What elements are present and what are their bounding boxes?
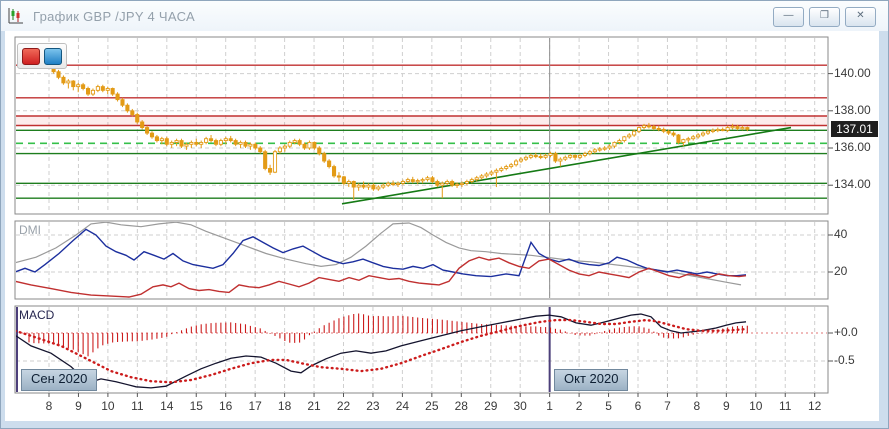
date-axis-tick: 30 [505, 399, 535, 413]
current-price-tag: 137.01 [831, 121, 878, 137]
date-axis-tick: 15 [181, 399, 211, 413]
chart-toolbar [17, 43, 67, 69]
date-axis-tick: 29 [476, 399, 506, 413]
chart-surface[interactable] [1, 1, 889, 429]
date-axis-tick: 2 [564, 399, 594, 413]
dmi-axis-tick: 20 [834, 264, 884, 278]
date-axis-tick: 5 [594, 399, 624, 413]
date-axis-tick: 1 [535, 399, 565, 413]
date-axis-tick: 10 [93, 399, 123, 413]
dmi-axis-tick: 40 [834, 227, 884, 241]
red-series-button[interactable] [22, 48, 40, 65]
date-axis-tick: 25 [417, 399, 447, 413]
date-axis-tick: 11 [122, 399, 152, 413]
chart-window: График GBP /JPY 4 ЧАСА — ❐ ✕ DMI MACD Се… [0, 0, 889, 429]
date-axis-tick: 23 [358, 399, 388, 413]
price-axis-tick: 140.00 [834, 66, 884, 80]
date-axis-tick: 8 [682, 399, 712, 413]
date-axis-tick: 24 [387, 399, 417, 413]
date-axis-tick: 9 [63, 399, 93, 413]
date-axis-tick: 14 [152, 399, 182, 413]
date-axis-tick: 22 [329, 399, 359, 413]
date-axis-tick: 12 [800, 399, 830, 413]
blue-series-button[interactable] [44, 48, 62, 65]
month-label-october: Окт 2020 [554, 369, 628, 391]
date-axis-tick: 11 [770, 399, 800, 413]
macd-axis-tick: -0.5 [834, 353, 884, 367]
date-axis-tick: 7 [652, 399, 682, 413]
date-axis-tick: 28 [446, 399, 476, 413]
date-axis-tick: 6 [623, 399, 653, 413]
dmi-panel-label: DMI [19, 223, 41, 237]
month-label-september: Сен 2020 [21, 369, 97, 391]
macd-axis-tick: +0.0 [834, 325, 884, 339]
date-axis-tick: 21 [299, 399, 329, 413]
price-axis-tick: 134.00 [834, 177, 884, 191]
date-axis-tick: 9 [711, 399, 741, 413]
date-axis-tick: 17 [240, 399, 270, 413]
price-axis-tick: 136.00 [834, 140, 884, 154]
date-axis-tick: 10 [741, 399, 771, 413]
date-axis-tick: 16 [211, 399, 241, 413]
macd-panel-label: MACD [19, 308, 54, 322]
date-axis-tick: 18 [270, 399, 300, 413]
date-axis-tick: 8 [34, 399, 64, 413]
price-axis-tick: 138.00 [834, 103, 884, 117]
